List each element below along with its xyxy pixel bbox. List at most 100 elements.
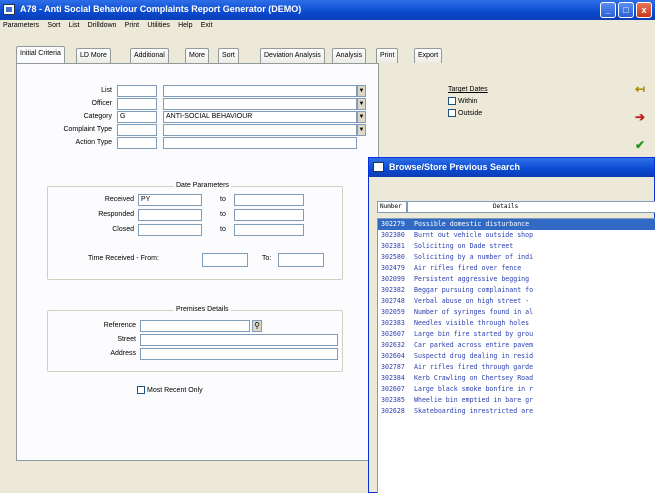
list-desc-field[interactable] (163, 85, 357, 97)
list-code-field[interactable] (117, 85, 157, 97)
list-item[interactable]: 302380 Burnt out vehicle outside shop (378, 230, 655, 241)
close-button[interactable]: x (636, 2, 652, 18)
tab-ld-more[interactable]: LD More (76, 48, 111, 63)
list-item[interactable]: 302787 Air rifles fired through garde (378, 362, 655, 373)
complaint-type-code-field[interactable] (117, 124, 157, 136)
list-item[interactable]: 302099 Persistent aggressive begging (378, 274, 655, 285)
received-from-field[interactable]: PY (138, 194, 202, 206)
officer-dropdown-button[interactable]: ▼ (357, 98, 366, 110)
closed-from-field[interactable] (138, 224, 202, 236)
col-number-header[interactable]: Number (377, 201, 407, 213)
most-recent-only-option[interactable]: Most Recent Only (137, 386, 203, 394)
list-item[interactable]: 302748 Verbal abuse on high street - (378, 296, 655, 307)
officer-code-field[interactable] (117, 98, 157, 110)
closed-to-field[interactable] (234, 224, 304, 236)
complaint-type-desc-field[interactable] (163, 124, 357, 136)
list-item[interactable]: 302604 Suspectd drug dealing in resid (378, 351, 655, 362)
received-to-field[interactable] (234, 194, 304, 206)
app-icon (3, 4, 15, 15)
time-from-field[interactable] (202, 253, 248, 267)
list-item[interactable]: 302384 Kerb Crawling on Chertsey Road (378, 373, 655, 384)
list-item[interactable]: 302628 Skateboarding inrestricted are (378, 406, 655, 417)
responded-to-field[interactable] (234, 209, 304, 221)
most-recent-only-checkbox[interactable] (137, 386, 145, 394)
list-item-number: 302607 (381, 385, 405, 393)
list-item-details: Verbal abuse on high street - (414, 297, 530, 305)
menu-help[interactable]: Help (175, 20, 195, 29)
browse-store-popup: Browse/Store Previous Search Number Deta… (368, 157, 655, 493)
list-item[interactable]: 302607 Large black smoke bonfire in r (378, 384, 655, 395)
list-item-details: Needles visible through holes (414, 319, 530, 327)
arrow-right-icon[interactable]: ➔ (630, 108, 650, 126)
address-field[interactable] (140, 348, 338, 360)
list-item[interactable]: 302381 Soliciting on Dade street (378, 241, 655, 252)
tab-deviation-analysis[interactable]: Deviation Analysis (260, 48, 325, 63)
list-item-number: 302604 (381, 352, 405, 360)
arrow-left-icon[interactable]: ↤ (630, 80, 650, 98)
menu-parameters[interactable]: Parameters (0, 20, 42, 29)
category-dropdown-button[interactable]: ▼ (357, 111, 366, 123)
list-item[interactable]: 302059 Number of syringes found in al (378, 307, 655, 318)
list-item-details: Burnt out vehicle outside shop (414, 231, 534, 239)
minimize-button[interactable]: _ (600, 2, 616, 18)
received-label: Received (104, 196, 134, 203)
target-within-option[interactable]: Within (448, 97, 477, 105)
list-item-number: 302632 (381, 341, 405, 349)
tab-more[interactable]: More (185, 48, 209, 63)
list-item-number: 302384 (381, 374, 405, 382)
premises-details-group: Premises Details Reference ⚲ Street Addr… (47, 306, 343, 372)
responded-from-field[interactable] (138, 209, 202, 221)
list-item[interactable]: 302607 Large bin fire started by grou (378, 329, 655, 340)
tab-export[interactable]: Export (414, 48, 443, 63)
list-item[interactable]: 302383 Needles visible through holes (378, 318, 655, 329)
within-checkbox[interactable] (448, 97, 456, 105)
list-item[interactable]: 302279 Possible domestic disturbance (378, 219, 655, 230)
menu-utilities[interactable]: Utilities (144, 20, 173, 29)
previous-search-list[interactable]: 302279 Possible domestic disturbance 30238… (377, 218, 655, 493)
tab-initial-criteria[interactable]: Initial Criteria (16, 46, 65, 63)
list-item-number: 302748 (381, 297, 405, 305)
time-to-field[interactable] (278, 253, 324, 267)
popup-header-row: Number Details (377, 201, 655, 213)
category-code-field[interactable]: G (117, 111, 157, 123)
list-item-number: 302383 (381, 319, 405, 327)
reference-field[interactable] (140, 320, 250, 332)
list-item[interactable]: 302385 Wheelie bin emptied in bare gr (378, 395, 655, 406)
list-item[interactable]: 302382 Beggar pursuing complainant fo (378, 285, 655, 296)
list-dropdown-button[interactable]: ▼ (357, 85, 366, 97)
popup-app-icon (373, 162, 384, 172)
menu-list[interactable]: List (66, 20, 83, 29)
address-label: Address (110, 350, 136, 357)
target-outside-option[interactable]: Outside (448, 109, 482, 117)
col-details-header[interactable]: Details (407, 201, 655, 213)
list-item[interactable]: 302632 Car parked across entire pavem (378, 340, 655, 351)
list-item-number: 302279 (381, 220, 405, 228)
tab-sort[interactable]: Sort (218, 48, 239, 63)
list-item[interactable]: 302580 Soliciting by a number of indi (378, 252, 655, 263)
street-field[interactable] (140, 334, 338, 346)
menu-exit[interactable]: Exit (198, 20, 216, 29)
category-label: Category (83, 113, 112, 120)
action-type-code-field[interactable] (117, 137, 157, 149)
list-item[interactable]: 302479 Air rifles fired over fence (378, 263, 655, 274)
list-item-details: Skateboarding inrestricted are (414, 407, 534, 415)
reference-lookup-button[interactable]: ⚲ (252, 320, 262, 332)
menu-drilldown[interactable]: Drilldown (85, 20, 120, 29)
category-desc-field[interactable]: ANTI-SOCIAL BEHAVIOUR (163, 111, 357, 123)
maximize-button[interactable]: □ (618, 2, 634, 18)
popup-titlebar: Browse/Store Previous Search (369, 158, 654, 177)
complaint-type-dropdown-button[interactable]: ▼ (357, 124, 366, 136)
menu-print[interactable]: Print (122, 20, 142, 29)
tab-analysis[interactable]: Analysis (332, 48, 367, 63)
list-item-number: 302381 (381, 242, 405, 250)
target-dates-title: Target Dates (448, 86, 488, 93)
menu-sort[interactable]: Sort (44, 20, 63, 29)
check-icon[interactable]: ✔ (630, 136, 650, 154)
action-type-desc-field[interactable] (163, 137, 357, 149)
tab-print[interactable]: Print (376, 48, 399, 63)
tab-additional[interactable]: Additional (130, 48, 169, 63)
premises-details-title: Premises Details (174, 306, 231, 313)
outside-checkbox[interactable] (448, 109, 456, 117)
officer-desc-field[interactable] (163, 98, 357, 110)
list-item-number: 302787 (381, 363, 405, 371)
